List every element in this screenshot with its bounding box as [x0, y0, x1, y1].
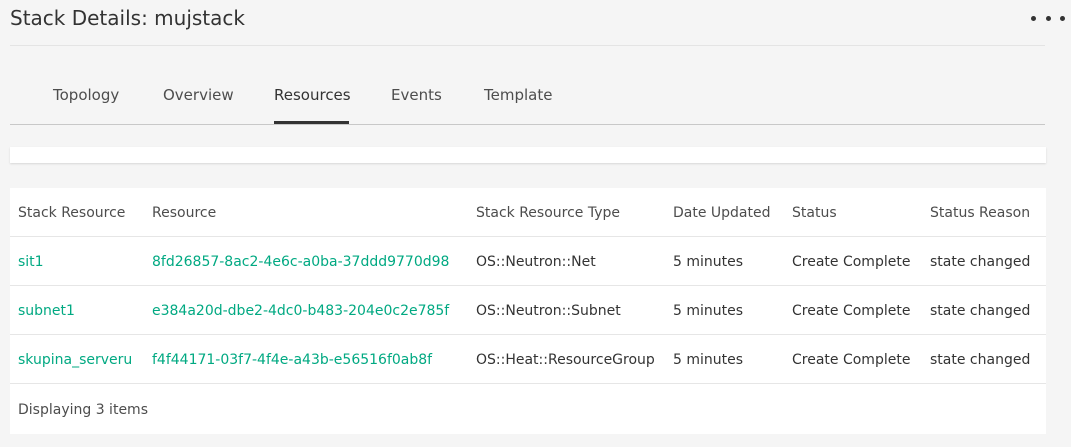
tab-resources[interactable]: Resources [274, 72, 351, 124]
table-footer-count: Displaying 3 items [18, 402, 148, 418]
table-row: skupina_serveru f4f44171-03f7-4f4e-a43b-… [10, 335, 1046, 384]
tab-overview[interactable]: Overview [163, 72, 234, 124]
status: Create Complete [792, 254, 911, 270]
column-header-stack-resource[interactable]: Stack Resource [18, 188, 125, 236]
column-header-status[interactable]: Status [792, 188, 837, 236]
toolbar-panel [10, 147, 1046, 163]
more-options-icon[interactable] [1031, 8, 1065, 28]
column-header-resource[interactable]: Resource [152, 188, 216, 236]
resource-id-link[interactable]: f4f44171-03f7-4f4e-a43b-e56516f0ab8f [152, 335, 432, 383]
resource-id-link[interactable]: e384a20d-dbe2-4dc0-b483-204e0c2e785f [152, 286, 449, 334]
column-header-stack-resource-type[interactable]: Stack Resource Type [476, 188, 620, 236]
status: Create Complete [792, 303, 911, 319]
tab-topology[interactable]: Topology [53, 72, 119, 124]
table-row: subnet1 e384a20d-dbe2-4dc0-b483-204e0c2e… [10, 286, 1046, 335]
title-divider [10, 45, 1045, 46]
resource-type: OS::Neutron::Subnet [476, 303, 621, 319]
resources-table: Stack Resource Resource Stack Resource T… [10, 188, 1046, 434]
tab-template[interactable]: Template [484, 72, 552, 124]
column-header-status-reason[interactable]: Status Reason [930, 188, 1030, 236]
date-updated: 5 minutes [673, 303, 744, 319]
resource-type: OS::Heat::ResourceGroup [476, 352, 655, 368]
more-dot [1031, 15, 1036, 21]
date-updated: 5 minutes [673, 352, 744, 368]
more-dot [1045, 15, 1051, 21]
tab-events[interactable]: Events [391, 72, 442, 124]
table-row: sit1 8fd26857-8ac2-4e6c-a0ba-37ddd9770d9… [10, 237, 1046, 286]
stack-resource-link[interactable]: subnet1 [18, 286, 75, 334]
stack-resource-link[interactable]: sit1 [18, 237, 44, 285]
more-dot [1060, 15, 1065, 21]
status-reason: state changed [930, 352, 1031, 368]
column-header-date-updated[interactable]: Date Updated [673, 188, 771, 236]
status-reason: state changed [930, 254, 1031, 270]
stack-resource-link[interactable]: skupina_serveru [18, 335, 132, 383]
date-updated: 5 minutes [673, 254, 744, 270]
tab-bar: Topology Overview Resources Events Templ… [10, 72, 1045, 125]
resource-type: OS::Neutron::Net [476, 254, 596, 270]
status-reason: state changed [930, 303, 1031, 319]
resource-id-link[interactable]: 8fd26857-8ac2-4e6c-a0ba-37ddd9770d98 [152, 237, 449, 285]
table-header-row: Stack Resource Resource Stack Resource T… [10, 188, 1046, 237]
status: Create Complete [792, 352, 911, 368]
page-title: Stack Details: mujstack [10, 6, 245, 30]
